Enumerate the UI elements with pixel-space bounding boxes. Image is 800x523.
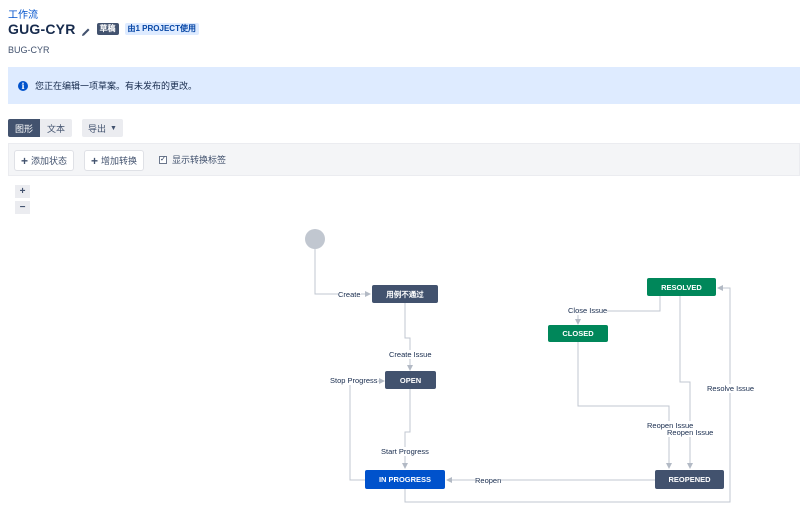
- show-labels-toggle[interactable]: ✓ 显示转换标签: [159, 153, 226, 166]
- view-toggle: 图形 文本: [8, 119, 73, 137]
- title-row: GUG-CYR 草稿 由1 PROJECT使用: [8, 20, 199, 38]
- tab-text[interactable]: 文本: [40, 119, 73, 137]
- plus-icon: +: [91, 153, 99, 168]
- transition-label-resolve-issue[interactable]: Resolve Issue: [707, 384, 755, 393]
- transition-label-reopen-issue-2[interactable]: Reopen Issue: [667, 428, 714, 437]
- transition-label-reopen[interactable]: Reopen: [475, 476, 502, 485]
- tab-diagram[interactable]: 图形: [8, 119, 41, 137]
- diagram-toolbar: + 添加状态 + 增加转换 ✓ 显示转换标签: [8, 143, 800, 176]
- show-labels-checkbox[interactable]: ✓: [159, 155, 167, 164]
- zoom-in-button[interactable]: +: [15, 185, 30, 198]
- status-node-resolved[interactable]: RESOLVED: [647, 278, 716, 296]
- plus-icon: +: [21, 153, 29, 168]
- info-icon: i: [18, 80, 28, 91]
- status-node-closed[interactable]: CLOSED: [548, 325, 608, 342]
- transition-label-create[interactable]: Create: [338, 290, 361, 299]
- transition-label-close-issue[interactable]: Close Issue: [568, 306, 608, 315]
- export-dropdown-button[interactable]: 导出 ▼: [82, 119, 123, 137]
- export-label: 导出: [88, 123, 107, 134]
- transition-label-start-progress[interactable]: Start Progress: [381, 447, 429, 456]
- page-title: GUG-CYR: [8, 21, 76, 37]
- add-status-button[interactable]: + 添加状态: [15, 151, 74, 170]
- status-node-reopened[interactable]: REOPENED: [655, 470, 724, 489]
- show-labels-label: 显示转换标签: [172, 155, 227, 165]
- add-transition-label: 增加转换: [101, 156, 138, 166]
- project-usage-badge[interactable]: 由1 PROJECT使用: [124, 23, 199, 35]
- pencil-icon[interactable]: [81, 24, 91, 36]
- status-node-in-progress[interactable]: IN PROGRESS: [365, 470, 445, 489]
- workflow-editor-page: 工作流 GUG-CYR 草稿 由1 PROJECT使用 BUG-CYR i 您正…: [0, 0, 800, 523]
- transition-label-create-issue[interactable]: Create Issue: [389, 350, 432, 359]
- draft-info-banner: i 您正在编辑一项草案。有未发布的更改。: [8, 67, 800, 104]
- draft-badge: 草稿: [96, 23, 119, 35]
- status-node-open[interactable]: OPEN: [385, 371, 436, 389]
- status-node-s1[interactable]: 用例不通过: [372, 285, 438, 303]
- transition-label-stop-progress[interactable]: Stop Progress: [330, 376, 378, 385]
- workflow-description: BUG-CYR: [8, 45, 50, 55]
- add-status-label: 添加状态: [31, 156, 68, 166]
- zoom-out-button[interactable]: −: [15, 201, 30, 214]
- banner-text: 您正在编辑一项草案。有未发布的更改。: [35, 81, 198, 91]
- breadcrumb-workflows[interactable]: 工作流: [8, 6, 38, 21]
- chevron-down-icon: ▼: [110, 124, 117, 132]
- start-circle[interactable]: [305, 229, 325, 249]
- add-transition-button[interactable]: + 增加转换: [85, 151, 144, 170]
